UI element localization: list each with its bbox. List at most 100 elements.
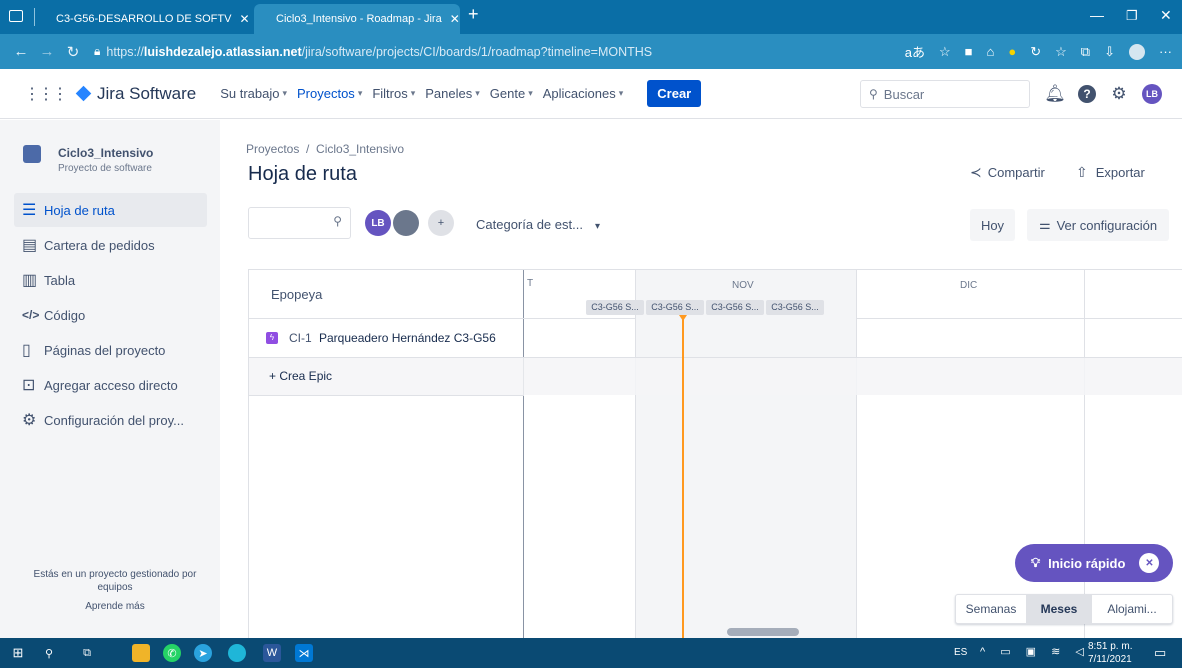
sidebar-item-code[interactable]: </> Código xyxy=(14,298,207,332)
sprint-chip[interactable]: C3-G56 S... xyxy=(766,300,824,315)
epic-name[interactable]: Parqueadero Hernández C3-G56 xyxy=(319,331,496,345)
sidebar-item-roadmap[interactable]: ☰ Hoja de ruta xyxy=(14,193,207,227)
search-icon[interactable]: ⚲ xyxy=(40,644,58,662)
windows-start-icon[interactable]: ⊞ xyxy=(9,644,27,662)
extension-icon[interactable]: ⌂ xyxy=(987,44,995,59)
sidebar-item-add-shortcut[interactable]: ⊡ Agregar acceso directo xyxy=(14,368,207,402)
close-icon[interactable]: ✕ xyxy=(239,12,249,26)
roadmap-search-input[interactable]: ⚲ xyxy=(248,207,351,239)
view-months[interactable]: Meses xyxy=(1026,595,1092,623)
status-category-filter[interactable]: Categoría de est... ▾ xyxy=(476,217,600,232)
help-icon[interactable]: ? xyxy=(1076,83,1098,105)
edge-icon[interactable] xyxy=(228,644,246,662)
today-button[interactable]: Hoy xyxy=(970,209,1015,241)
task-view-icon[interactable]: ⧉ xyxy=(78,644,96,662)
create-epic-button[interactable]: + Crea Epic xyxy=(269,369,332,383)
nav-people[interactable]: Gente ▾ xyxy=(490,86,533,101)
close-icon[interactable]: ✕ xyxy=(450,12,460,26)
month-column-current xyxy=(635,270,856,639)
sprint-chip[interactable]: C3-G56 S... xyxy=(706,300,764,315)
app-switcher-icon[interactable]: ⋮⋮⋮ xyxy=(24,84,68,104)
browser-tab-bar: C3-G56-DESARROLLO DE SOFTV ✕ Ciclo3_Inte… xyxy=(0,0,1182,34)
collections-icon[interactable]: ⧉ xyxy=(1081,44,1090,60)
browser-address-bar: ← → ↻ 🔒︎ https://luishdezalejo.atlassian… xyxy=(0,34,1182,69)
favorite-icon[interactable]: ☆ xyxy=(939,44,951,60)
read-aloud-icon[interactable]: aあ xyxy=(905,42,925,61)
horizontal-scrollbar[interactable] xyxy=(727,628,799,636)
browser-tab-1[interactable]: C3-G56-DESARROLLO DE SOFTV ✕ xyxy=(40,4,250,34)
minimize-button[interactable]: — xyxy=(1090,7,1104,23)
project-name[interactable]: Ciclo3_Intensivo xyxy=(58,146,153,160)
nav-apps[interactable]: Aplicaciones ▾ xyxy=(543,86,624,101)
browser-tab-title: C3-G56-DESARROLLO DE SOFTV xyxy=(56,13,232,25)
tray-icons[interactable]: ^ ▭ ▣ ≋ ◁ xyxy=(980,645,1090,658)
chevron-down-icon: ▾ xyxy=(528,88,533,98)
notifications-icon[interactable]: ▭ xyxy=(1154,645,1166,661)
favorites-icon[interactable]: ☆ xyxy=(1055,44,1067,60)
search-input[interactable]: ⚲ Buscar xyxy=(860,80,1030,108)
extension-icon[interactable]: ● xyxy=(1008,44,1016,59)
view-weeks[interactable]: Semanas xyxy=(956,595,1026,623)
jira-top-nav: ⋮⋮⋮ Jira Software Su trabajo ▾ Proyectos ▾… xyxy=(0,69,1182,119)
nav-projects[interactable]: Proyectos ▾ xyxy=(297,86,362,101)
clock-time[interactable]: 8:51 p. m. xyxy=(1088,641,1132,652)
sidebar-item-settings[interactable]: ⚙ Configuración del proy... xyxy=(14,403,207,437)
new-tab-button[interactable]: + xyxy=(468,4,479,25)
jira-logo[interactable]: Jira Software xyxy=(75,84,196,104)
back-icon[interactable]: ← xyxy=(8,43,34,60)
word-icon[interactable]: W xyxy=(263,644,281,662)
more-icon[interactable]: ··· xyxy=(1159,44,1172,59)
sprint-chip[interactable]: C3-G56 S... xyxy=(586,300,644,315)
learn-more-link[interactable]: Aprende más xyxy=(30,601,200,612)
tab-actions-icon[interactable] xyxy=(9,10,23,22)
extension-icon[interactable]: ■ xyxy=(965,44,973,59)
timeline-view-switcher: Semanas Meses Alojami... xyxy=(955,594,1173,624)
avatar[interactable]: LB xyxy=(365,210,391,236)
clock-date[interactable]: 7/11/2021 xyxy=(1088,654,1132,665)
create-button[interactable]: Crear xyxy=(647,80,702,107)
nav-dashboards[interactable]: Paneles ▾ xyxy=(425,86,480,101)
input-language[interactable]: ES xyxy=(954,647,967,658)
whatsapp-icon[interactable]: ✆ xyxy=(163,644,181,662)
pages-icon: ▯ xyxy=(22,342,31,359)
share-button[interactable]: ≺ Compartir xyxy=(970,164,1045,181)
add-people-icon[interactable]: + xyxy=(428,210,454,236)
settings-sliders-icon: ⚌ xyxy=(1038,217,1051,232)
code-icon: </> xyxy=(22,308,40,322)
sidebar-item-board[interactable]: ▥ Tabla xyxy=(14,263,207,297)
forward-icon[interactable]: → xyxy=(34,43,60,60)
user-avatar[interactable]: LB xyxy=(1142,84,1162,104)
refresh-extension-icon[interactable]: ↻ xyxy=(1030,44,1041,60)
refresh-icon[interactable]: ↻ xyxy=(60,43,86,61)
close-icon[interactable]: ✕ xyxy=(1139,553,1160,573)
epic-key[interactable]: CI-1 xyxy=(289,331,312,345)
close-window-button[interactable]: ✕ xyxy=(1160,7,1172,24)
url-field[interactable]: https://luishdezalejo.atlassian.net/jira… xyxy=(106,45,652,59)
project-avatar[interactable] xyxy=(23,145,41,163)
nav-your-work[interactable]: Su trabajo ▾ xyxy=(220,86,287,101)
backlog-icon: ▤ xyxy=(22,237,38,254)
file-explorer-icon[interactable] xyxy=(132,644,150,662)
unassigned-avatar[interactable] xyxy=(393,210,419,236)
vscode-icon[interactable]: ⋊ xyxy=(295,644,313,662)
export-button[interactable]: ⇧ Exportar xyxy=(1076,164,1145,181)
settings-icon[interactable]: ⚙ xyxy=(1108,83,1130,105)
quickstart-button[interactable]: 💡︎ Inicio rápido ✕ xyxy=(1015,544,1173,582)
sprint-chip[interactable]: C3-G56 S... xyxy=(646,300,704,315)
telegram-icon[interactable]: ➤ xyxy=(194,644,212,662)
profile-icon[interactable] xyxy=(1129,43,1145,60)
today-marker-head xyxy=(679,315,687,321)
chevron-down-icon: ▾ xyxy=(410,88,416,98)
sidebar-item-pages[interactable]: ▯ Páginas del proyecto xyxy=(14,333,207,367)
sidebar-item-backlog[interactable]: ▤ Cartera de pedidos xyxy=(14,228,207,262)
downloads-icon[interactable]: ⇩ xyxy=(1104,44,1115,60)
restore-button[interactable]: ❐ xyxy=(1126,8,1138,24)
notifications-icon[interactable]: 🔔︎ xyxy=(1044,83,1066,105)
breadcrumb[interactable]: Proyectos / Ciclo3_Intensivo xyxy=(246,142,404,156)
view-settings-button[interactable]: ⚌ Ver configuración xyxy=(1027,209,1169,241)
browser-tab-2[interactable]: Ciclo3_Intensivo - Roadmap - Jira ✕ xyxy=(254,4,460,34)
chevron-down-icon: ▾ xyxy=(357,88,363,98)
view-quarters[interactable]: Alojami... xyxy=(1092,595,1172,623)
nav-filters[interactable]: Filtros ▾ xyxy=(372,86,415,101)
add-shortcut-icon: ⊡ xyxy=(22,377,36,394)
